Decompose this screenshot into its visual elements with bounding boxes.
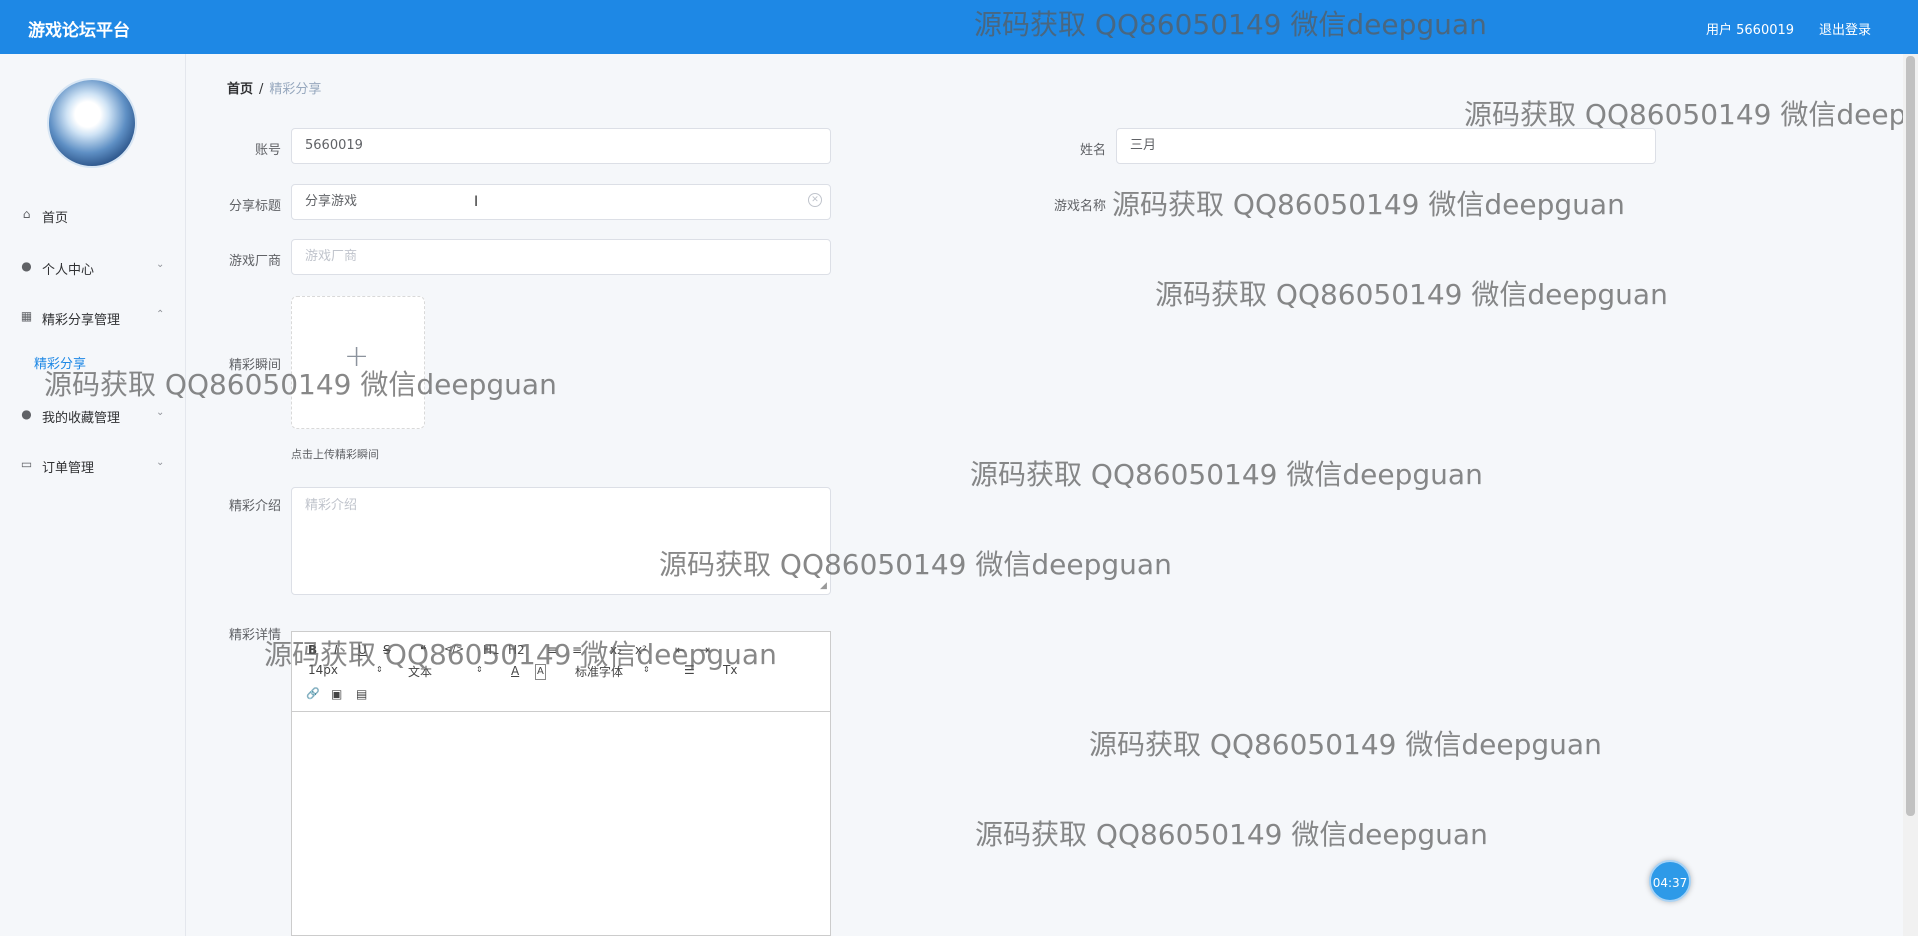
sidebar: ⌂ 首页 ● 个人中心 ⌄ ▦ 精彩分享管理 ⌃ ● 我的收藏管理 ⌄ ▭ 订单… xyxy=(0,54,186,936)
background-color-icon[interactable]: A xyxy=(535,664,546,680)
grid-icon: ▦ xyxy=(20,309,33,323)
bold-icon[interactable]: B xyxy=(308,643,317,657)
vendor-label: 游戏厂商 xyxy=(228,254,281,269)
moment-label: 精彩瞬间 xyxy=(228,358,281,373)
user-icon: ● xyxy=(21,407,32,421)
watermark: 源码获取 QQ86050149 微信deepguan xyxy=(1112,188,1625,221)
sidebar-item-home[interactable]: ⌂ 首页 xyxy=(0,200,186,230)
image-icon[interactable]: ▣ xyxy=(331,687,342,701)
clear-icon[interactable]: ✕ xyxy=(808,193,822,207)
indent-icon[interactable]: ⇥ xyxy=(700,643,710,657)
quote-icon[interactable]: ❝ xyxy=(420,643,426,657)
bullet-list-icon[interactable]: ≡ xyxy=(572,643,582,657)
avatar xyxy=(47,78,137,168)
share-title-label: 分享标题 xyxy=(228,199,281,214)
code-block-icon[interactable]: </> xyxy=(444,643,464,657)
timer-badge[interactable]: 04:37 xyxy=(1649,860,1691,902)
link-icon[interactable]: 🔗 xyxy=(306,687,320,701)
align-icon[interactable]: ☰ xyxy=(684,663,695,677)
sidebar-item-label: 个人中心 xyxy=(42,263,95,278)
font-color-icon[interactable]: A xyxy=(511,664,519,678)
rich-text-editor: B I U S ❝ </> H1 H2 ≡ ≡ x₂ x² ⇤ ⇥ 14px ⇕… xyxy=(291,631,831,936)
scrollbar-thumb[interactable] xyxy=(1906,56,1915,816)
watermark: 源码获取 QQ86050149 微信deepguan xyxy=(975,818,1488,851)
breadcrumb-home[interactable]: 首页 xyxy=(227,82,253,97)
font-size-select[interactable]: 14px ⇕ xyxy=(308,663,383,677)
breadcrumb-separator: / xyxy=(259,82,264,97)
name-field[interactable]: 三月 xyxy=(1116,128,1656,164)
block-type-value: 文本 xyxy=(408,665,433,679)
sidebar-item-orders[interactable]: ▭ 订单管理 ⌄ xyxy=(0,450,186,480)
app-title: 游戏论坛平台 xyxy=(28,21,130,41)
superscript-icon[interactable]: x² xyxy=(635,643,647,657)
sidebar-subitem-share[interactable]: 精彩分享 xyxy=(34,353,86,372)
intro-label: 精彩介绍 xyxy=(228,499,281,514)
sidebar-item-label: 订单管理 xyxy=(42,461,95,476)
order-icon: ▭ xyxy=(20,457,33,471)
breadcrumb: 首页 / 精彩分享 xyxy=(227,78,321,97)
breadcrumb-current: 精彩分享 xyxy=(269,82,322,97)
upload-tip: 点击上传精彩瞬间 xyxy=(291,448,379,461)
text-cursor-icon: I xyxy=(474,194,479,210)
top-header: 游戏论坛平台 用户 5660019 退出登录 xyxy=(0,0,1918,54)
game-name-label: 游戏名称 xyxy=(1053,199,1106,214)
subscript-icon[interactable]: x₂ xyxy=(610,643,622,657)
chevron-up-icon: ⌃ xyxy=(156,309,165,320)
select-arrows-icon: ⇕ xyxy=(376,665,383,674)
sidebar-item-label: 精彩分享管理 xyxy=(42,313,121,328)
font-family-value: 标准字体 xyxy=(575,665,624,679)
sidebar-item-favorites[interactable]: ● 我的收藏管理 ⌄ xyxy=(0,400,186,430)
chevron-down-icon: ⌄ xyxy=(156,457,165,468)
font-family-select[interactable]: 标准字体 ⇕ xyxy=(575,663,650,680)
sidebar-item-label: 首页 xyxy=(42,211,69,226)
chevron-down-icon: ⌄ xyxy=(156,407,165,418)
image-uploader[interactable]: + xyxy=(291,296,425,429)
watermark: 源码获取 QQ86050149 微信deepguan xyxy=(1155,278,1668,311)
heading1-icon[interactable]: H1 xyxy=(483,643,500,657)
block-type-select[interactable]: 文本 ⇕ xyxy=(408,663,483,680)
sidebar-item-profile[interactable]: ● 个人中心 ⌄ xyxy=(0,252,186,282)
current-user: 用户 5660019 xyxy=(1706,23,1795,38)
name-label: 姓名 xyxy=(1079,143,1106,158)
resize-handle-icon[interactable]: ◢ xyxy=(820,582,829,591)
watermark: 源码获取 QQ86050149 微信deepguan xyxy=(1464,98,1918,131)
select-arrows-icon: ⇕ xyxy=(643,665,650,674)
underline-icon[interactable]: U xyxy=(358,643,367,657)
sidebar-item-label: 我的收藏管理 xyxy=(42,411,121,426)
home-icon: ⌂ xyxy=(22,207,31,221)
plus-icon: + xyxy=(344,339,370,374)
clear-format-icon[interactable]: Tx xyxy=(723,663,737,677)
scrollbar[interactable] xyxy=(1903,54,1918,936)
italic-icon[interactable]: I xyxy=(334,643,338,657)
vendor-field[interactable]: 游戏厂商 xyxy=(291,239,831,275)
account-field[interactable]: 5660019 xyxy=(291,128,831,164)
ordered-list-icon[interactable]: ≡ xyxy=(547,643,557,657)
font-size-value: 14px xyxy=(308,663,338,677)
outdent-icon[interactable]: ⇤ xyxy=(675,643,685,657)
user-icon: ● xyxy=(21,259,32,273)
chevron-down-icon: ⌄ xyxy=(156,259,165,270)
video-icon[interactable]: ▤ xyxy=(356,687,367,701)
heading2-icon[interactable]: H2 xyxy=(508,643,525,657)
strike-icon[interactable]: S xyxy=(383,643,391,657)
select-arrows-icon: ⇕ xyxy=(476,665,483,674)
editor-toolbar: B I U S ❝ </> H1 H2 ≡ ≡ x₂ x² ⇤ ⇥ 14px ⇕… xyxy=(292,632,830,712)
account-label: 账号 xyxy=(254,143,281,158)
share-title-field[interactable]: 分享游戏 xyxy=(291,184,831,220)
intro-textarea[interactable]: 精彩介绍 xyxy=(291,487,831,595)
detail-label: 精彩详情 xyxy=(228,628,281,643)
sidebar-item-share-management[interactable]: ▦ 精彩分享管理 ⌃ xyxy=(0,302,186,332)
watermark: 源码获取 QQ86050149 微信deepguan xyxy=(1089,728,1602,761)
logout-button[interactable]: 退出登录 xyxy=(1819,19,1871,38)
watermark: 源码获取 QQ86050149 微信deepguan xyxy=(970,458,1483,491)
